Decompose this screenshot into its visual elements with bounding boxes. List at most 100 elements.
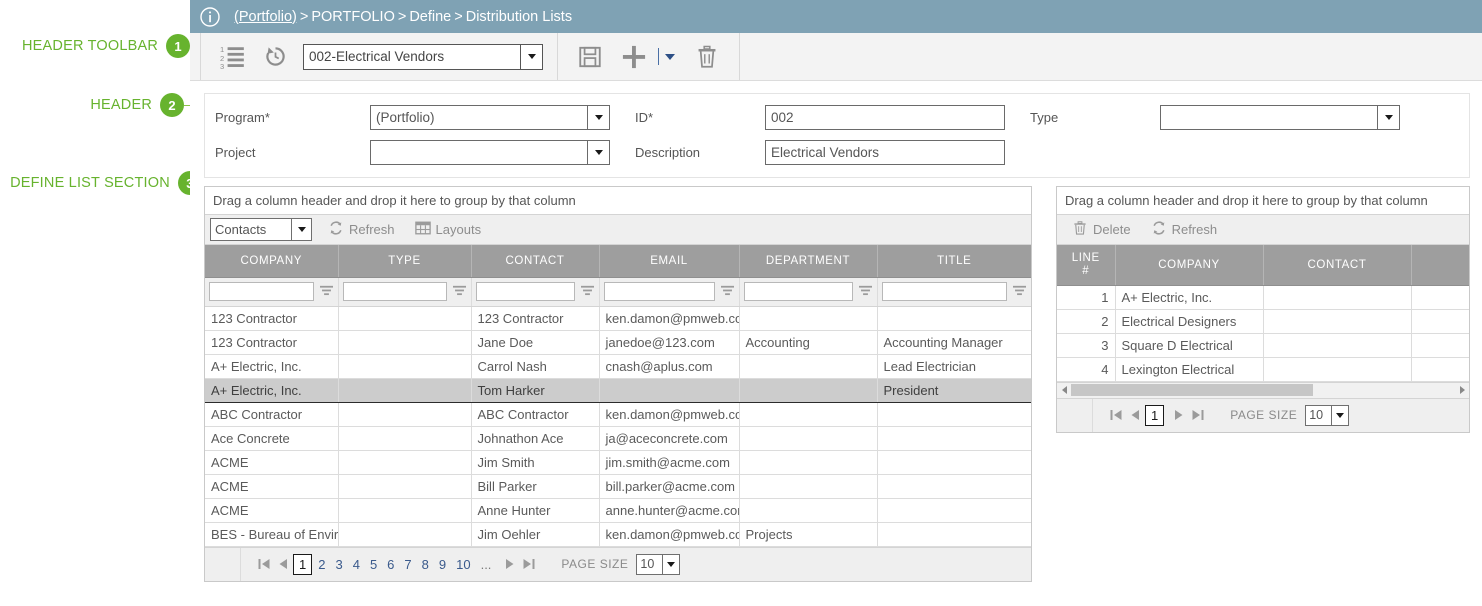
page-10-button[interactable]: 10 — [452, 556, 474, 573]
table-row[interactable]: ABC Contractor ABC Contractor ken.damon@… — [205, 402, 1031, 426]
scroll-left-icon[interactable] — [1057, 386, 1071, 394]
page-2-button[interactable]: 2 — [314, 556, 329, 573]
cell-contact: 123 Contractor — [471, 306, 599, 330]
table-row[interactable]: 123 Contractor Jane Doe janedoe@123.com … — [205, 330, 1031, 354]
chevron-down-icon[interactable] — [662, 555, 679, 574]
breadcrumb-item-portfolio[interactable]: PORTFOLIO — [311, 9, 395, 25]
filter-input-email[interactable] — [604, 282, 715, 301]
page-4-button[interactable]: 4 — [349, 556, 364, 573]
table-row[interactable]: A+ Electric, Inc. Carrol Nash cnash@aplu… — [205, 354, 1031, 378]
page-9-button[interactable]: 9 — [435, 556, 450, 573]
filter-input-company[interactable] — [209, 282, 314, 301]
prev-page-icon[interactable] — [274, 556, 291, 573]
cell-company: 123 Contractor — [205, 306, 338, 330]
page-3-button[interactable]: 3 — [331, 556, 346, 573]
page-ellipsis[interactable]: ... — [477, 556, 496, 573]
page-1-button[interactable]: 1 — [1145, 405, 1164, 426]
delete-button[interactable]: Delete — [1062, 220, 1141, 239]
right-grid-group-hint[interactable]: Drag a column header and drop it here to… — [1057, 187, 1469, 215]
cell-type — [338, 402, 471, 426]
record-select[interactable]: 002-Electrical Vendors — [303, 44, 543, 70]
scrollbar-thumb[interactable] — [1071, 384, 1313, 396]
column-header-blank[interactable] — [1411, 245, 1469, 285]
refresh-button[interactable]: Refresh — [318, 220, 405, 239]
page-1-button[interactable]: 1 — [293, 554, 312, 575]
trash-can-icon[interactable] — [689, 39, 725, 75]
svg-text:1: 1 — [220, 45, 224, 54]
chevron-down-icon[interactable] — [520, 45, 542, 69]
description-label: Description — [610, 145, 765, 160]
breadcrumb-link-portfolio[interactable]: (Portfolio) — [234, 9, 297, 25]
table-row[interactable]: 2 Electrical Designers — [1057, 309, 1469, 333]
source-select[interactable]: Contacts — [210, 218, 312, 241]
chevron-down-icon[interactable] — [1331, 406, 1348, 425]
filter-funnel-icon[interactable] — [319, 284, 334, 300]
program-select[interactable]: (Portfolio) — [370, 105, 610, 130]
chevron-down-icon[interactable] — [665, 54, 675, 60]
numbered-list-icon[interactable]: 1 2 3 — [215, 39, 251, 75]
project-select[interactable] — [370, 140, 610, 165]
chevron-down-icon[interactable] — [587, 141, 609, 164]
page-7-button[interactable]: 7 — [400, 556, 415, 573]
table-row[interactable]: ACME Jim Smith jim.smith@acme.com — [205, 450, 1031, 474]
table-row[interactable]: 123 Contractor 123 Contractor ken.damon@… — [205, 306, 1031, 330]
filter-input-type[interactable] — [343, 282, 447, 301]
project-select-value — [371, 141, 587, 164]
page-8-button[interactable]: 8 — [418, 556, 433, 573]
page-size-select[interactable]: 10 — [1305, 405, 1349, 426]
scroll-right-icon[interactable] — [1455, 386, 1469, 394]
filter-input-title[interactable] — [882, 282, 1008, 301]
column-header-email[interactable]: EMAIL — [599, 245, 739, 277]
filter-funnel-icon[interactable] — [720, 284, 735, 300]
page-5-button[interactable]: 5 — [366, 556, 381, 573]
id-field[interactable]: 002 — [765, 105, 1005, 130]
last-page-icon[interactable] — [520, 556, 537, 573]
table-row[interactable]: BES - Bureau of Environ Jim Oehler ken.d… — [205, 522, 1031, 546]
layouts-button[interactable]: Layouts — [405, 220, 492, 239]
table-row[interactable]: Ace Concrete Johnathon Ace ja@aceconcret… — [205, 426, 1031, 450]
column-header-type[interactable]: TYPE — [338, 245, 471, 277]
next-page-icon[interactable] — [1170, 407, 1187, 424]
column-header-contact[interactable]: CONTACT — [471, 245, 599, 277]
table-row-selected[interactable]: A+ Electric, Inc. Tom Harker President — [205, 378, 1031, 402]
first-page-icon[interactable] — [255, 556, 272, 573]
chevron-down-icon[interactable] — [1377, 106, 1399, 129]
scrollbar-track[interactable] — [1071, 384, 1455, 396]
table-row[interactable]: ACME Bill Parker bill.parker@acme.com — [205, 474, 1031, 498]
description-field[interactable]: Electrical Vendors — [765, 140, 1005, 165]
table-row[interactable]: ACME Anne Hunter anne.hunter@acme.com — [205, 498, 1031, 522]
left-grid-group-hint[interactable]: Drag a column header and drop it here to… — [205, 187, 1031, 215]
table-row[interactable]: 1 A+ Electric, Inc. — [1057, 285, 1469, 309]
filter-funnel-icon[interactable] — [580, 284, 595, 300]
filter-funnel-icon[interactable] — [452, 284, 467, 300]
breadcrumb: (Portfolio)>PORTFOLIO>Define>Distributio… — [234, 9, 572, 25]
refresh-button[interactable]: Refresh — [1141, 220, 1228, 239]
column-header-company[interactable]: COMPANY — [1115, 245, 1263, 285]
horizontal-scrollbar[interactable] — [1057, 382, 1469, 398]
filter-funnel-icon[interactable] — [1012, 284, 1027, 300]
chevron-down-icon[interactable] — [291, 219, 311, 240]
page-size-select[interactable]: 10 — [636, 554, 680, 575]
breadcrumb-item-define[interactable]: Define — [409, 9, 451, 25]
table-row[interactable]: 4 Lexington Electrical — [1057, 357, 1469, 381]
column-header-department[interactable]: DEPARTMENT — [739, 245, 877, 277]
filter-input-department[interactable] — [744, 282, 853, 301]
history-revert-icon[interactable] — [257, 39, 293, 75]
column-header-contact[interactable]: CONTACT — [1263, 245, 1411, 285]
page-6-button[interactable]: 6 — [383, 556, 398, 573]
prev-page-icon[interactable] — [1126, 407, 1143, 424]
column-header-line-number[interactable]: LINE # — [1057, 245, 1115, 285]
column-header-title[interactable]: TITLE — [877, 245, 1031, 277]
type-select[interactable] — [1160, 105, 1400, 130]
last-page-icon[interactable] — [1189, 407, 1206, 424]
first-page-icon[interactable] — [1107, 407, 1124, 424]
filter-funnel-icon[interactable] — [858, 284, 873, 300]
filter-input-contact[interactable] — [476, 282, 575, 301]
add-plus-icon[interactable] — [616, 39, 652, 75]
column-header-company[interactable]: COMPANY — [205, 245, 338, 277]
chevron-down-icon[interactable] — [587, 106, 609, 129]
table-row[interactable]: 3 Square D Electrical — [1057, 333, 1469, 357]
save-floppy-icon[interactable] — [572, 39, 608, 75]
cell-line-number: 3 — [1057, 333, 1115, 357]
next-page-icon[interactable] — [501, 556, 518, 573]
